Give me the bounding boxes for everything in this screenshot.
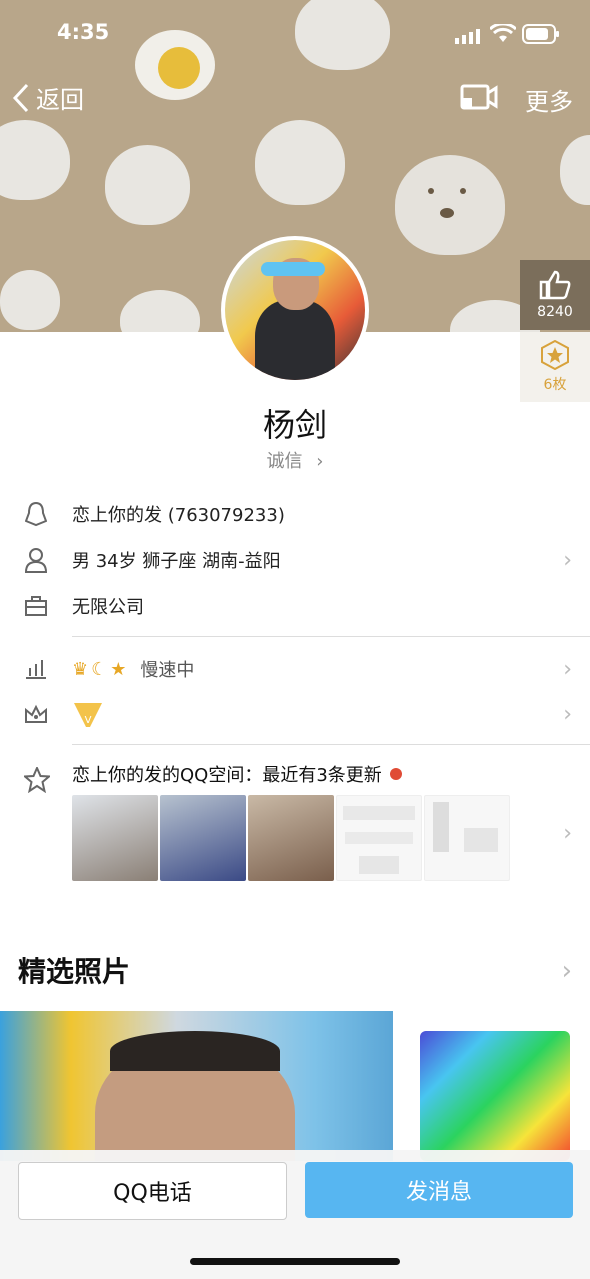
qq-call-button[interactable]: QQ电话 <box>18 1162 287 1220</box>
chevron-right-icon: › <box>563 548 572 573</box>
person-icon <box>0 547 72 573</box>
signal-icon <box>455 28 483 44</box>
profile-name: 杨剑 <box>262 406 327 444</box>
video-call-icon[interactable] <box>460 84 498 114</box>
company-row: 无限公司 <box>0 584 590 628</box>
status-bar: 4:35 <box>0 0 590 64</box>
section-title: 精选照片 <box>18 955 131 988</box>
blur-mask <box>261 262 325 276</box>
penguin-icon <box>0 501 72 527</box>
featured-photo[interactable] <box>396 1011 590 1161</box>
home-indicator[interactable] <box>190 1258 400 1265</box>
person-line: 男 34岁 狮子座 湖南-益阳 <box>72 551 281 572</box>
like-count: 8240 <box>537 304 573 320</box>
avatar[interactable] <box>221 236 369 384</box>
qq-number-row: 恋上你的发 (763079233) <box>0 492 590 536</box>
level-badges: ♛ ☾ ★ <box>72 659 126 680</box>
more-button[interactable]: 更多 <box>525 82 573 117</box>
briefcase-icon <box>0 595 72 617</box>
moon-icon: ☾ <box>91 658 108 680</box>
divider <box>72 744 590 745</box>
status-time: 4:35 <box>57 20 110 44</box>
send-message-button[interactable]: 发消息 <box>305 1162 573 1218</box>
level-text: 慢速中 <box>140 660 195 681</box>
chevron-right-icon: › <box>563 821 572 846</box>
chevron-right-icon: › <box>563 657 572 682</box>
qzone-line: 恋上你的发的QQ空间：最近有3条更新 <box>72 765 382 786</box>
update-dot <box>389 768 402 780</box>
qzone-photo[interactable] <box>336 795 422 881</box>
star-count: 6枚 <box>543 377 567 393</box>
featured-photo[interactable] <box>0 1011 393 1161</box>
qzone-photo[interactable] <box>248 795 334 881</box>
like-button[interactable]: 8240 <box>520 260 590 330</box>
vip-crown-icon <box>0 704 72 724</box>
level-row[interactable]: ♛ ☾ ★ 慢速中 › <box>0 647 590 691</box>
vip-row[interactable]: V › <box>0 692 590 736</box>
personal-info-row[interactable]: 男 34岁 狮子座 湖南-益阳 › <box>0 538 590 582</box>
chevron-right-icon: › <box>316 451 324 472</box>
svip-badge-icon: V <box>72 699 104 729</box>
divider <box>72 636 590 637</box>
star-icon: ★ <box>110 658 127 680</box>
qzone-star-icon <box>22 765 52 797</box>
back-button[interactable]: 返回 <box>12 80 84 115</box>
back-label: 返回 <box>36 86 84 114</box>
chevron-right-icon: › <box>563 702 572 727</box>
chevron-right-icon[interactable]: › <box>562 956 572 986</box>
qzone-photo[interactable] <box>72 795 158 881</box>
qq-line: 恋上你的发 (763079233) <box>72 505 285 526</box>
svg-text:V: V <box>85 715 92 726</box>
star-button[interactable]: 6枚 <box>520 332 590 402</box>
star-badge-icon <box>541 340 569 370</box>
qzone-photo[interactable] <box>160 795 246 881</box>
crown-icon: ♛ <box>72 658 89 680</box>
battery-icon <box>522 24 560 44</box>
company-line: 无限公司 <box>72 597 144 618</box>
qzone-section[interactable]: 恋上你的发的QQ空间：最近有3条更新 › <box>0 755 590 885</box>
credit-label: 诚信 <box>266 451 303 472</box>
chevron-left-icon <box>12 83 29 112</box>
qzone-photo[interactable] <box>424 795 510 881</box>
thumbs-up-icon <box>539 270 571 300</box>
wifi-icon <box>488 22 518 44</box>
level-chart-icon <box>0 658 72 680</box>
credit-link[interactable]: 诚信 › <box>0 447 590 473</box>
